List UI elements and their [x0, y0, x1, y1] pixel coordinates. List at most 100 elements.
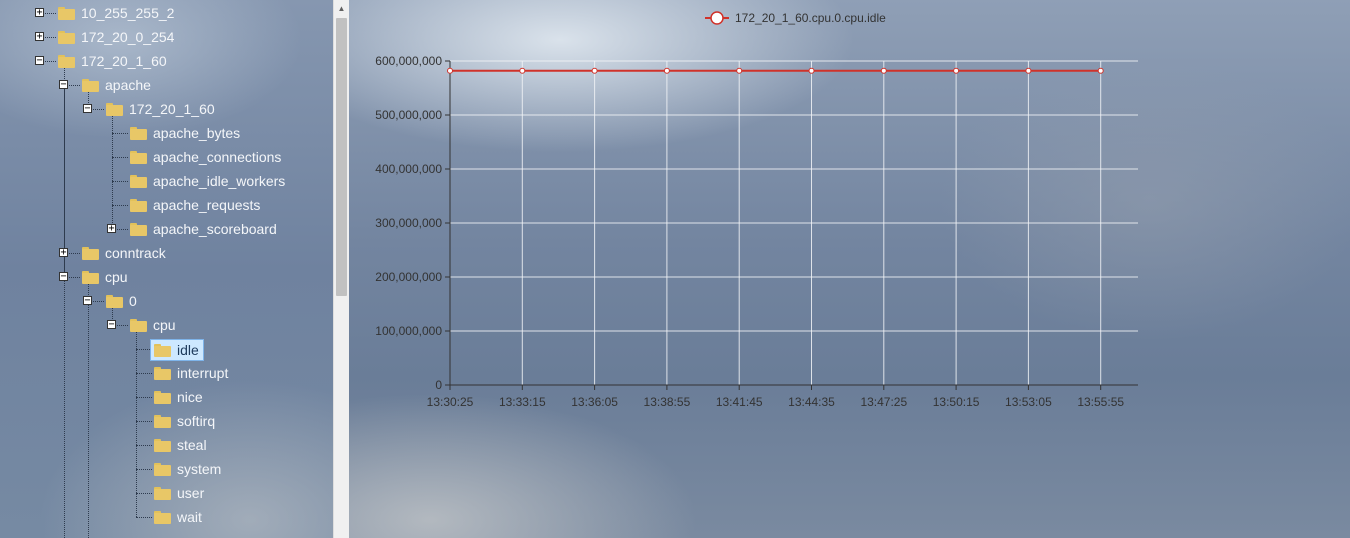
- tree-node-0[interactable]: 0: [106, 291, 137, 311]
- tree-node-172-20-1-60[interactable]: 172_20_1_60: [106, 99, 215, 119]
- x-tick-label: 13:36:05: [571, 395, 618, 409]
- tree-node-label: idle: [177, 342, 199, 358]
- tree-node-label: cpu: [105, 269, 128, 285]
- y-tick-label: 200,000,000: [375, 270, 442, 284]
- tree-node-apache-connections[interactable]: apache_connections: [130, 147, 281, 167]
- tree-connector-line: [112, 133, 128, 134]
- chart-panel: 0 100,000,000 200,000,000 300,000,000 400,00…: [348, 0, 1350, 538]
- tree-node-user[interactable]: user: [154, 483, 204, 503]
- scrollbar-thumb[interactable]: [336, 18, 347, 296]
- folder-icon: [82, 270, 99, 284]
- legend-marker-icon: [710, 11, 724, 25]
- tree-node-system[interactable]: system: [154, 459, 221, 479]
- folder-icon: [154, 390, 171, 404]
- folder-icon: [82, 78, 99, 92]
- tree-node-label: 0: [129, 293, 137, 309]
- tree-connector-line: [136, 421, 152, 422]
- collapse-icon[interactable]: −: [35, 56, 44, 66]
- data-point: [519, 67, 526, 74]
- tree-node-idle[interactable]: idle: [150, 339, 204, 361]
- tree-node-172-20-0-254[interactable]: 172_20_0_254: [58, 27, 174, 47]
- tree-node-label: apache_idle_workers: [153, 173, 286, 189]
- folder-icon: [130, 318, 147, 332]
- tree-node-apache-bytes[interactable]: apache_bytes: [130, 123, 240, 143]
- tree-node-cpu[interactable]: cpu: [82, 267, 128, 287]
- folder-icon: [82, 246, 99, 260]
- tree-connector-line: [136, 469, 152, 470]
- tree-node-label: user: [177, 485, 205, 501]
- tree-connector-line: [88, 301, 89, 538]
- tree-node-label: nice: [177, 389, 203, 405]
- x-tick-label: 13:50:15: [933, 395, 980, 409]
- collapse-icon[interactable]: −: [59, 80, 68, 90]
- folder-icon: [154, 486, 171, 500]
- folder-icon: [154, 510, 171, 524]
- tree-node-conntrack[interactable]: conntrack: [82, 243, 166, 263]
- x-tick-label: 13:53:05: [1005, 395, 1052, 409]
- expand-icon[interactable]: +: [35, 8, 44, 18]
- folder-icon: [130, 198, 147, 212]
- cpu-idle-line-chart: 0 100,000,000 200,000,000 300,000,000 400,00…: [375, 11, 1138, 409]
- tree-node-apache[interactable]: apache: [82, 75, 151, 95]
- folder-icon: [154, 438, 171, 452]
- folder-icon: [58, 6, 75, 20]
- data-point: [447, 67, 453, 74]
- data-point: [880, 67, 887, 74]
- tree-connector-line: [112, 181, 128, 182]
- expand-icon[interactable]: +: [59, 248, 68, 258]
- tree-connector-line: [136, 373, 152, 374]
- folder-icon: [106, 294, 123, 308]
- tree-node-10-255-255-2[interactable]: 10_255_255_2: [58, 3, 174, 23]
- tree-node-label: interrupt: [177, 365, 229, 381]
- tree-node-softirq[interactable]: softirq: [154, 411, 215, 431]
- legend-label: 172_20_1_60.cpu.0.cpu.idle: [735, 11, 886, 25]
- tree-node-label: apache_connections: [153, 149, 282, 165]
- folder-icon: [106, 102, 123, 116]
- tree-scrollbar[interactable]: ▲: [333, 0, 349, 538]
- tree-connector-line: [112, 114, 113, 229]
- y-tick-label: 400,000,000: [375, 162, 442, 176]
- y-tick-label: 100,000,000: [375, 324, 442, 338]
- x-tick-label: 13:33:15: [499, 395, 546, 409]
- tree-node-interrupt[interactable]: interrupt: [154, 363, 228, 383]
- folder-icon: [154, 462, 171, 476]
- tree-node-label: system: [177, 461, 222, 477]
- x-tick-label: 13:38:55: [644, 395, 691, 409]
- scroll-up-arrow-icon[interactable]: ▲: [334, 0, 349, 17]
- tree-node-apache-scoreboard[interactable]: apache_scoreboard: [130, 219, 277, 239]
- tree-node-wait[interactable]: wait: [154, 507, 202, 527]
- folder-icon: [130, 222, 147, 236]
- x-tick-label: 13:47:25: [860, 395, 907, 409]
- collapse-icon[interactable]: −: [59, 272, 68, 282]
- x-tick-label: 13:44:35: [788, 395, 835, 409]
- tree-node-label: wait: [177, 509, 202, 525]
- tree-node-label: conntrack: [105, 245, 166, 261]
- folder-icon: [130, 126, 147, 140]
- tree-connector-line: [136, 445, 152, 446]
- tree-node-label: 172_20_1_60: [81, 53, 167, 69]
- folder-icon: [130, 174, 147, 188]
- tree-connector-line: [136, 517, 152, 518]
- tree-node-label: apache_requests: [153, 197, 261, 213]
- data-point: [591, 67, 598, 74]
- data-point: [1025, 67, 1032, 74]
- expand-icon[interactable]: +: [107, 224, 116, 234]
- collapse-icon[interactable]: −: [83, 104, 92, 114]
- tree-node-label: softirq: [177, 413, 216, 429]
- expand-icon[interactable]: +: [35, 32, 44, 42]
- tree-node-nice[interactable]: nice: [154, 387, 203, 407]
- folder-icon: [154, 414, 171, 428]
- tree-node-cpu[interactable]: cpu: [130, 315, 176, 335]
- collapse-icon[interactable]: −: [83, 296, 92, 306]
- tree-node-172-20-1-60[interactable]: 172_20_1_60: [58, 51, 167, 71]
- tree-node-apache-requests[interactable]: apache_requests: [130, 195, 260, 215]
- tree-node-apache-idle-workers[interactable]: apache_idle_workers: [130, 171, 285, 191]
- metrics-tree: +10_255_255_2 +172_20_0_254 − 172_20_1_60 − a…: [0, 0, 333, 538]
- tree-connector-line: [136, 493, 152, 494]
- tree-node-steal[interactable]: steal: [154, 435, 207, 455]
- collapse-icon[interactable]: −: [107, 320, 116, 330]
- tree-connector-line: [112, 157, 128, 158]
- tree-node-label: apache_scoreboard: [153, 221, 277, 237]
- folder-icon: [58, 30, 75, 44]
- y-tick-label: 0: [435, 378, 442, 392]
